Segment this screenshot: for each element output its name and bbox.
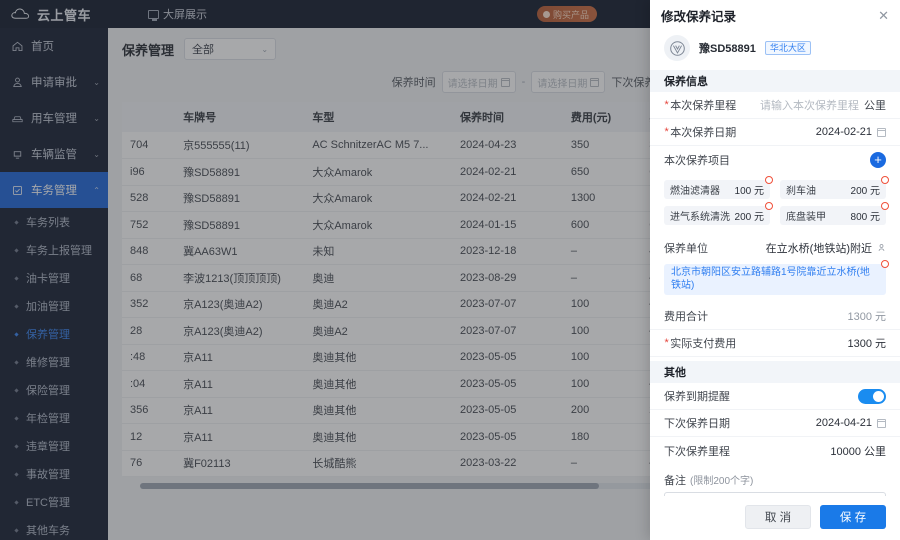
vehicle-brand-avatar (664, 35, 690, 61)
field-shop-label: 保养单位 (664, 242, 708, 255)
drawer-footer: 取 消 保 存 (650, 496, 900, 540)
label-text: 本次保养里程 (670, 100, 737, 112)
field-mileage[interactable]: * 本次保养里程 请输入本次保养里程 公里 (650, 92, 900, 119)
vehicle-region-tag: 华北大区 (764, 40, 811, 56)
maintenance-item-tag[interactable]: 燃油滤清器 100 元 (664, 176, 773, 199)
field-date-label: * 本次保养日期 (664, 124, 736, 140)
field-next-km-value[interactable]: 10000 公里 (830, 443, 886, 459)
mileage-unit: 公里 (864, 100, 886, 112)
field-total-label: 费用合计 (664, 311, 708, 323)
field-remind-label: 保养到期提醒 (664, 391, 730, 403)
item-name: 刹车油 (786, 186, 816, 197)
field-mileage-label: * 本次保养里程 (664, 97, 736, 113)
next-date-text: 2024-04-21 (815, 417, 872, 429)
field-next-km-label: 下次保养里程 (664, 445, 730, 458)
field-shop-value[interactable]: 在立水桥(地铁站)附近 (766, 240, 886, 256)
item-amount: 200 元 (734, 212, 764, 223)
save-button[interactable]: 保 存 (820, 505, 886, 529)
required-marker: * (664, 125, 669, 138)
close-icon[interactable]: ✕ (878, 9, 889, 22)
field-total-fee: 费用合计 1300 元 (650, 303, 900, 330)
mileage-placeholder: 请输入本次保养里程 (760, 100, 859, 112)
item-name: 进气系统清洗 (670, 212, 730, 223)
field-mileage-value[interactable]: 请输入本次保养里程 公里 (760, 97, 886, 113)
item-amount: 800 元 (850, 212, 880, 223)
app-root: 云上管车 大屏展示 购买产品 首页 申请审批 ⌄ 用车管理 ⌄ 车辆监管 ⌄ 车… (0, 0, 900, 540)
remind-toggle[interactable] (858, 388, 886, 404)
field-total-value: 1300 元 (847, 311, 886, 323)
field-items-label: 本次保养项目 (664, 154, 730, 167)
note-limit: (限制200个字) (690, 476, 754, 487)
field-shop[interactable]: 保养单位 在立水桥(地铁站)附近 (650, 234, 900, 261)
item-name: 燃油滤清器 (670, 186, 720, 197)
label-text: 实际支付费用 (670, 338, 737, 350)
label-text: 本次保养日期 (670, 127, 737, 139)
vehicle-summary: 豫SD58891 华北大区 (650, 30, 900, 70)
location-pin-icon (877, 243, 886, 252)
remove-item-icon[interactable] (765, 202, 773, 210)
maintenance-item-tag[interactable]: 刹车油 200 元 (780, 176, 889, 199)
item-name: 底盘装甲 (786, 212, 826, 223)
edit-maintenance-drawer: 修改保养记录 ✕ 豫SD58891 华北大区 保养信息 * 本次保养里程 请输入… (650, 0, 900, 540)
required-marker: * (664, 336, 669, 349)
drawer-body: 豫SD58891 华北大区 保养信息 * 本次保养里程 请输入本次保养里程 公里… (650, 30, 900, 496)
calendar-icon (877, 127, 886, 137)
maintenance-item-tag[interactable]: 进气系统清洗 200 元 (664, 202, 773, 225)
item-amount: 200 元 (850, 186, 880, 197)
date-text: 2024-02-21 (815, 126, 872, 138)
field-next-date-value[interactable]: 2024-04-21 (816, 417, 886, 429)
address-wrapper: 北京市朝阳区安立路辅路1号院靠近立水桥(地铁站) (650, 260, 900, 303)
field-maintenance-date[interactable]: * 本次保养日期 2024-02-21 (650, 119, 900, 146)
remove-address-icon[interactable] (881, 260, 889, 268)
address-text: 北京市朝阳区安立路辅路1号院靠近立水桥(地铁站) (671, 267, 870, 291)
field-next-date-label: 下次保养日期 (664, 418, 730, 430)
section-maintenance-info: 保养信息 (650, 70, 900, 92)
add-item-button[interactable]: + (870, 151, 886, 168)
drawer-title: 修改保养记录 (661, 9, 737, 24)
field-remind-toggle-row[interactable]: 保养到期提醒 (650, 383, 900, 410)
field-next-date[interactable]: 下次保养日期 2024-04-21 (650, 410, 900, 437)
shop-text: 在立水桥(地铁站)附近 (765, 242, 872, 255)
remove-item-icon[interactable] (881, 176, 889, 184)
item-amount: 100 元 (734, 186, 764, 197)
note-header: 备注 (限制200个字) (650, 464, 900, 492)
field-next-mileage[interactable]: 下次保养里程 10000 公里 (650, 437, 900, 464)
drawer-header: 修改保养记录 ✕ (650, 0, 900, 30)
remove-item-icon[interactable] (881, 202, 889, 210)
remove-item-icon[interactable] (765, 176, 773, 184)
required-marker: * (664, 98, 669, 111)
maintenance-items-grid: 燃油滤清器 100 元刹车油 200 元进气系统清洗 200 元底盘装甲 800 元 (650, 173, 900, 234)
vehicle-plate: 豫SD58891 (699, 43, 756, 55)
field-items-header: 本次保养项目 + (650, 146, 900, 173)
field-date-value[interactable]: 2024-02-21 (816, 126, 886, 138)
field-paid-label: * 实际支付费用 (664, 335, 736, 351)
field-paid-value[interactable]: 1300 元 (847, 335, 886, 351)
address-chip[interactable]: 北京市朝阳区安立路辅路1号院靠近立水桥(地铁站) (664, 260, 889, 295)
cancel-button[interactable]: 取 消 (745, 505, 811, 529)
field-actual-paid[interactable]: * 实际支付费用 1300 元 (650, 330, 900, 357)
note-label: 备注 (664, 475, 686, 487)
calendar-icon (877, 418, 886, 428)
maintenance-item-tag[interactable]: 底盘装甲 800 元 (780, 202, 889, 225)
section-other: 其他 (650, 361, 900, 383)
